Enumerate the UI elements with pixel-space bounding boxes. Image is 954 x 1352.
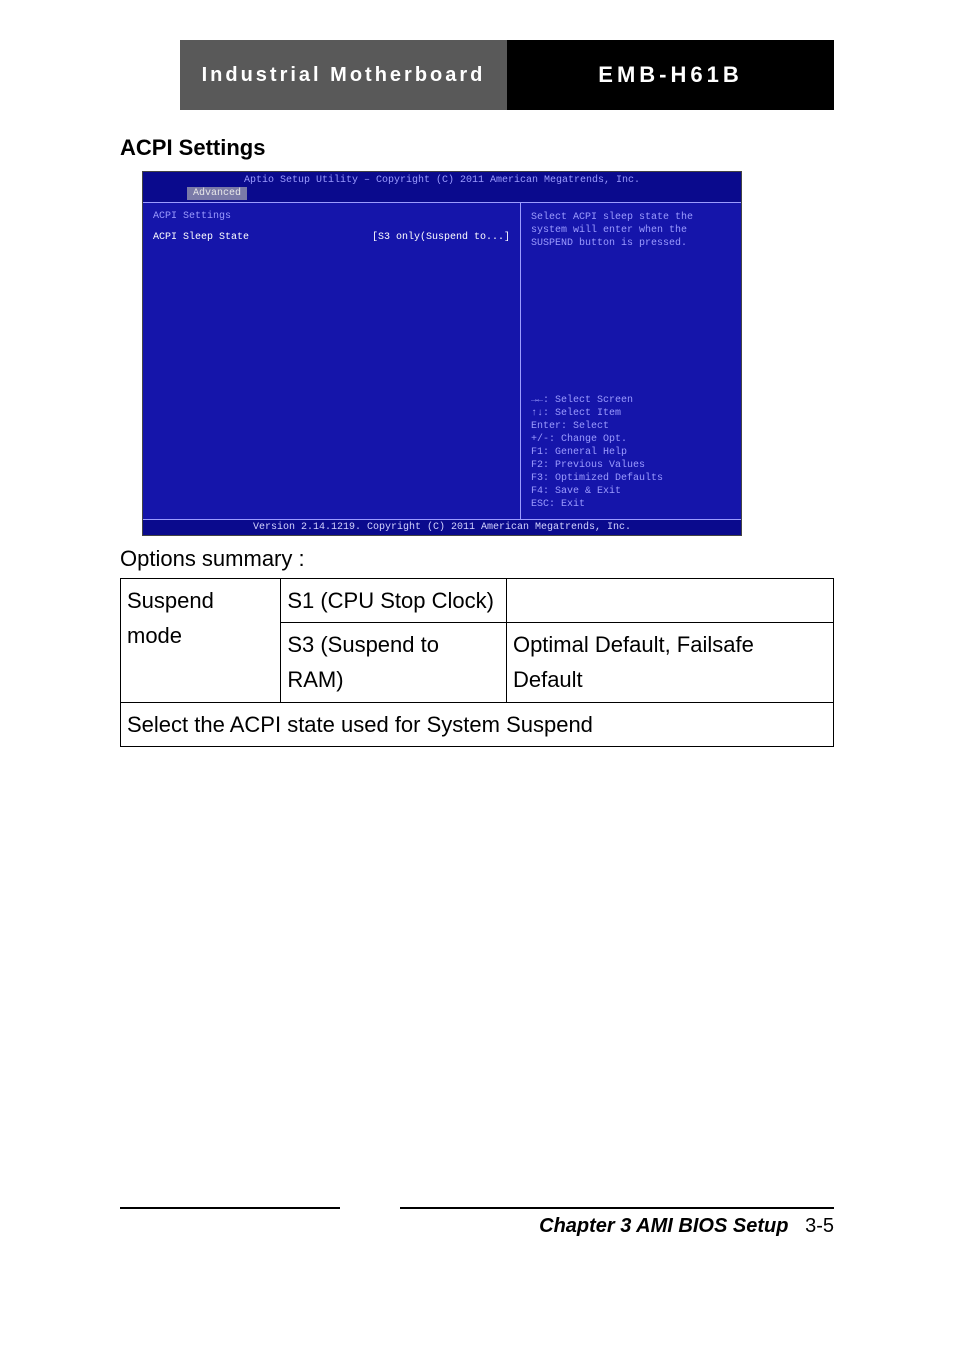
nav-line: ↑↓: Select Item (531, 407, 731, 420)
cell-option-1: S1 (CPU Stop Clock) (281, 579, 507, 623)
cell-option-2: S3 (Suspend to RAM) (281, 623, 507, 702)
nav-line: F1: General Help (531, 446, 731, 459)
bios-footer: Version 2.14.1219. Copyright (C) 2011 Am… (143, 520, 741, 535)
cell-setting-name: Suspend mode (121, 579, 281, 703)
rule-left (120, 1207, 340, 1209)
bios-screenshot: Aptio Setup Utility – Copyright (C) 2011… (142, 171, 742, 536)
bios-tab-row: Advanced (143, 186, 741, 202)
table-row: Select the ACPI state used for System Su… (121, 702, 834, 746)
bios-left-title: ACPI Settings (153, 211, 510, 222)
cell-note-2: Optimal Default, Failsafe Default (506, 623, 833, 702)
cell-description: Select the ACPI state used for System Su… (121, 702, 834, 746)
page-number-label: 3-5 (805, 1215, 834, 1237)
nav-line: ESC: Exit (531, 498, 731, 511)
options-summary-label: Options summary : (120, 546, 834, 572)
bios-left-pane: ACPI Settings ACPI Sleep State [S3 only(… (143, 203, 521, 519)
page-footer-text: Chapter 3 AMI BIOS Setup 3-5 (120, 1215, 834, 1238)
bios-tab-advanced: Advanced (187, 187, 247, 200)
rule-right (400, 1207, 834, 1209)
page-footer-rule (120, 1207, 834, 1209)
table-row: Suspend mode S1 (CPU Stop Clock) (121, 579, 834, 623)
top-banner: Industrial Motherboard EMB-H61B (180, 40, 834, 110)
page: Industrial Motherboard EMB-H61B ACPI Set… (0, 0, 954, 1278)
options-summary-table: Suspend mode S1 (CPU Stop Clock) S3 (Sus… (120, 578, 834, 747)
nav-line: F2: Previous Values (531, 459, 731, 472)
nav-line: F4: Save & Exit (531, 485, 731, 498)
bios-nav-help: →←: Select Screen ↑↓: Select Item Enter:… (531, 394, 731, 511)
nav-line: →←: Select Screen (531, 394, 731, 407)
bios-setting-label: ACPI Sleep State (153, 232, 249, 243)
section-heading: ACPI Settings (120, 135, 834, 161)
bios-setting-value: [S3 only(Suspend to...] (372, 232, 510, 243)
nav-line: Enter: Select (531, 420, 731, 433)
nav-line: +/-: Change Opt. (531, 433, 731, 446)
cell-note-1 (506, 579, 833, 623)
bios-setting-row: ACPI Sleep State [S3 only(Suspend to...] (153, 232, 510, 243)
bios-right-pane: Select ACPI sleep state the system will … (521, 203, 741, 519)
bios-body: ACPI Settings ACPI Sleep State [S3 only(… (143, 202, 741, 520)
chapter-label: Chapter 3 AMI BIOS Setup (539, 1215, 788, 1237)
nav-line: F3: Optimized Defaults (531, 472, 731, 485)
banner-right-label: EMB-H61B (507, 40, 834, 110)
bios-title: Aptio Setup Utility – Copyright (C) 2011… (143, 172, 741, 186)
bios-help-text: Select ACPI sleep state the system will … (531, 211, 731, 250)
banner-left-label: Industrial Motherboard (180, 40, 507, 110)
